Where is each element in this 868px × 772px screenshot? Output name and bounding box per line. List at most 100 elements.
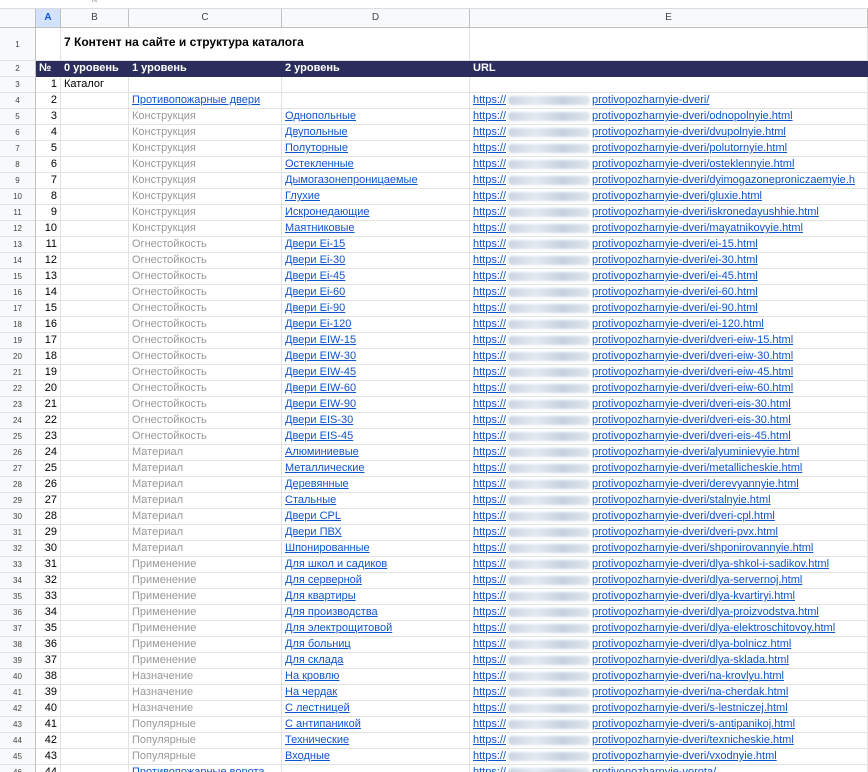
url-link[interactable]: https:// protivopozharnyie-dveri/na-krovl… bbox=[470, 669, 868, 685]
level0-cell[interactable] bbox=[61, 637, 129, 653]
row-header-38[interactable]: 38 bbox=[0, 637, 36, 653]
spreadsheet[interactable]: fx ABCDE 7 Контент на сайте и структура … bbox=[0, 0, 868, 772]
level2-link[interactable]: Двери EIS-45 bbox=[282, 429, 470, 445]
level2-link[interactable]: Двери Ei-120 bbox=[282, 317, 470, 333]
level0-cell[interactable] bbox=[61, 349, 129, 365]
column-header-b[interactable]: B bbox=[61, 9, 129, 28]
level0-cell[interactable] bbox=[61, 477, 129, 493]
level2-link[interactable]: Для электрощитовой bbox=[282, 621, 470, 637]
level1-cell[interactable]: Огнестойкость bbox=[129, 237, 282, 253]
row-header-42[interactable]: 42 bbox=[0, 701, 36, 717]
url-link[interactable]: https:// protivopozharnyie-dveri/dveri-cp… bbox=[470, 509, 868, 525]
row-number[interactable]: 41 bbox=[36, 717, 61, 733]
row-number[interactable]: 4 bbox=[36, 125, 61, 141]
level2-link[interactable]: Металлические bbox=[282, 461, 470, 477]
level2-link[interactable]: Остекленные bbox=[282, 157, 470, 173]
row-header-31[interactable]: 31 bbox=[0, 525, 36, 541]
level1-cell[interactable]: Огнестойкость bbox=[129, 253, 282, 269]
row-header-12[interactable]: 12 bbox=[0, 221, 36, 237]
level2-link[interactable]: Полуторные bbox=[282, 141, 470, 157]
row-header-3[interactable]: 3 bbox=[0, 77, 36, 93]
level2-link[interactable]: Для серверной bbox=[282, 573, 470, 589]
level0-cell[interactable] bbox=[61, 605, 129, 621]
level0-cell[interactable] bbox=[61, 381, 129, 397]
row-header-36[interactable]: 36 bbox=[0, 605, 36, 621]
level2-link[interactable]: Двери EIW-30 bbox=[282, 349, 470, 365]
row-number[interactable]: 11 bbox=[36, 237, 61, 253]
level0-cell[interactable] bbox=[61, 317, 129, 333]
row-number[interactable]: 37 bbox=[36, 653, 61, 669]
header-level1[interactable]: 1 уровень bbox=[129, 61, 282, 77]
url-link[interactable]: https:// protivopozharnyie-dveri/dveri-ei… bbox=[470, 413, 868, 429]
level1-cell[interactable]: Применение bbox=[129, 589, 282, 605]
level1-cell[interactable]: Огнестойкость bbox=[129, 349, 282, 365]
url-link[interactable]: https:// protivopozharnyie-dveri/alyumini… bbox=[470, 445, 868, 461]
url-link[interactable]: https:// protivopozharnyie-dveri/ei-120.h… bbox=[470, 317, 868, 333]
header-level2[interactable]: 2 уровень bbox=[282, 61, 470, 77]
level2-link[interactable]: Двери ПВХ bbox=[282, 525, 470, 541]
sheet-title[interactable]: 7 Контент на сайте и структура каталога bbox=[61, 28, 470, 61]
level2-link[interactable]: Для больниц bbox=[282, 637, 470, 653]
row-header-41[interactable]: 41 bbox=[0, 685, 36, 701]
level1-cell[interactable]: Применение bbox=[129, 557, 282, 573]
row-header-30[interactable]: 30 bbox=[0, 509, 36, 525]
level1-cell[interactable]: Огнестойкость bbox=[129, 429, 282, 445]
formula-bar[interactable]: fx bbox=[0, 0, 868, 9]
row-number[interactable]: 7 bbox=[36, 173, 61, 189]
row-header-1[interactable]: 1 bbox=[0, 28, 36, 61]
row-number[interactable]: 35 bbox=[36, 621, 61, 637]
url-link[interactable]: https:// protivopozharnyie-dveri/dlya-bol… bbox=[470, 637, 868, 653]
level2-link[interactable]: Двери EIW-60 bbox=[282, 381, 470, 397]
level1-cell[interactable]: Применение bbox=[129, 653, 282, 669]
level1-cell[interactable]: Конструкция bbox=[129, 205, 282, 221]
column-header-a[interactable]: A bbox=[36, 9, 61, 28]
url-link[interactable]: https:// protivopozharnyie-dveri/dveri-ei… bbox=[470, 349, 868, 365]
row-number[interactable]: 10 bbox=[36, 221, 61, 237]
level2-link[interactable]: Входные bbox=[282, 749, 470, 765]
url-link[interactable]: https:// protivopozharnyie-dveri/dlya-ser… bbox=[470, 573, 868, 589]
level1-cell[interactable]: Конструкция bbox=[129, 221, 282, 237]
row-header-20[interactable]: 20 bbox=[0, 349, 36, 365]
row-number[interactable]: 9 bbox=[36, 205, 61, 221]
level2-link[interactable]: Глухие bbox=[282, 189, 470, 205]
row-header-27[interactable]: 27 bbox=[0, 461, 36, 477]
level2-link[interactable]: Двери Ei-90 bbox=[282, 301, 470, 317]
level0-cell[interactable] bbox=[61, 173, 129, 189]
row-number[interactable]: 21 bbox=[36, 397, 61, 413]
level0-cell[interactable] bbox=[61, 717, 129, 733]
level2-link[interactable]: Стальные bbox=[282, 493, 470, 509]
row-header-34[interactable]: 34 bbox=[0, 573, 36, 589]
row-header-10[interactable]: 10 bbox=[0, 189, 36, 205]
level1-cell[interactable]: Материал bbox=[129, 525, 282, 541]
url-link[interactable]: https:// protivopozharnyie-dveri/osteklen… bbox=[470, 157, 868, 173]
level2-link[interactable]: С лестницей bbox=[282, 701, 470, 717]
level2-link[interactable]: С антипаникой bbox=[282, 717, 470, 733]
level0-cell[interactable] bbox=[61, 525, 129, 541]
level0-cell[interactable] bbox=[61, 397, 129, 413]
row-header-29[interactable]: 29 bbox=[0, 493, 36, 509]
url-link[interactable]: https:// protivopozharnyie-dveri/ei-30.ht… bbox=[470, 253, 868, 269]
url-link[interactable] bbox=[470, 77, 868, 93]
row-number[interactable]: 8 bbox=[36, 189, 61, 205]
row-number[interactable]: 13 bbox=[36, 269, 61, 285]
level1-cell[interactable]: Назначение bbox=[129, 669, 282, 685]
level2-link[interactable]: Шпонированные bbox=[282, 541, 470, 557]
level0-cell[interactable] bbox=[61, 733, 129, 749]
level0-cell[interactable] bbox=[61, 157, 129, 173]
row-number[interactable]: 22 bbox=[36, 413, 61, 429]
row-header-28[interactable]: 28 bbox=[0, 477, 36, 493]
row-header-6[interactable]: 6 bbox=[0, 125, 36, 141]
level1-cell[interactable]: Огнестойкость bbox=[129, 381, 282, 397]
level1-cell[interactable]: Огнестойкость bbox=[129, 333, 282, 349]
row-header-11[interactable]: 11 bbox=[0, 205, 36, 221]
row-number[interactable]: 23 bbox=[36, 429, 61, 445]
level0-cell[interactable] bbox=[61, 189, 129, 205]
row-header-16[interactable]: 16 bbox=[0, 285, 36, 301]
level2-link[interactable]: Для производства bbox=[282, 605, 470, 621]
level1-cell[interactable]: Материал bbox=[129, 445, 282, 461]
level1-cell[interactable]: Популярные bbox=[129, 717, 282, 733]
row-header-40[interactable]: 40 bbox=[0, 669, 36, 685]
level0-cell[interactable] bbox=[61, 541, 129, 557]
level0-cell[interactable] bbox=[61, 285, 129, 301]
row-number[interactable]: 17 bbox=[36, 333, 61, 349]
